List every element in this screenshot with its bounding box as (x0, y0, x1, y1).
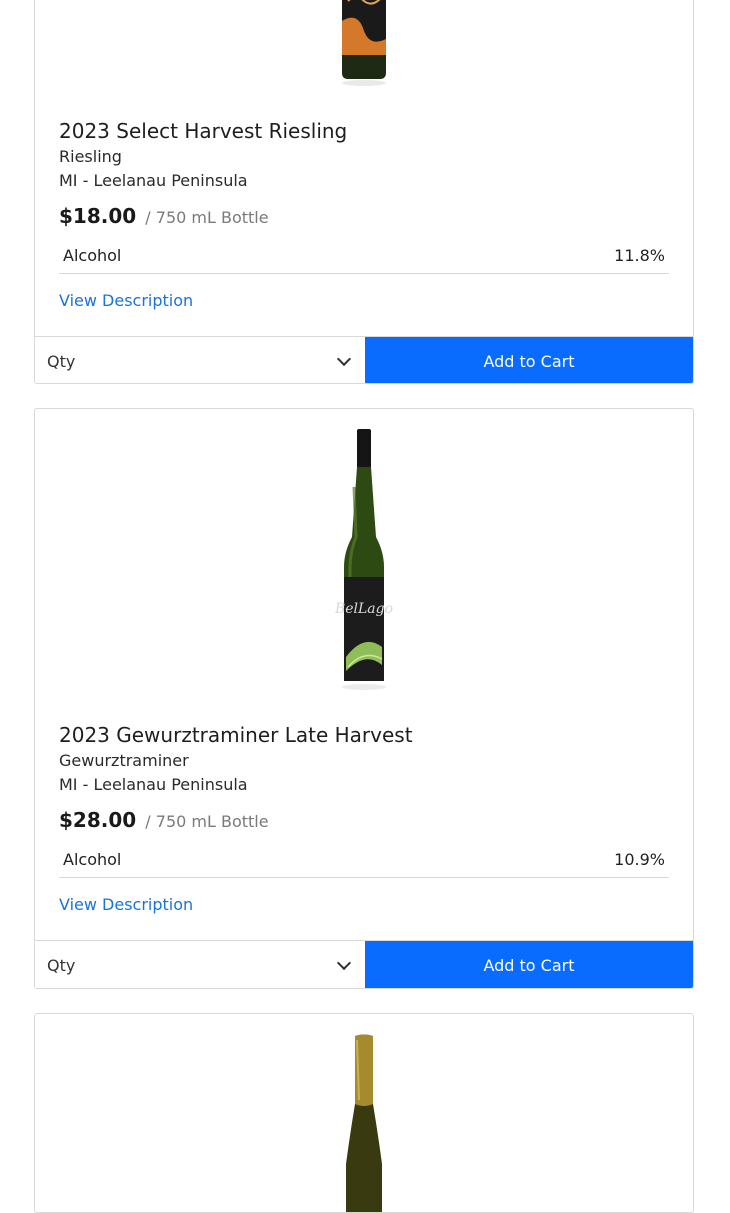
alcohol-label: Alcohol (63, 850, 122, 869)
product-image[interactable] (35, 1034, 693, 1212)
qty-label: Qty (47, 351, 76, 371)
svg-text:BelLago: BelLago (334, 601, 393, 617)
wine-bottle-image: BelLago (334, 429, 393, 690)
product-card: BelLago 2023 Gewurztraminer Late Harvest… (34, 408, 694, 989)
product-info: 2023 Gewurztraminer Late Harvest Gewurzt… (59, 723, 669, 914)
product-varietal: Gewurztraminer (59, 751, 189, 770)
card-actions: Qty Add to Cart (35, 940, 693, 988)
qty-label: Qty (47, 955, 76, 975)
product-image[interactable]: BelLago (35, 427, 693, 707)
product-unit: / 750 mL Bottle (145, 812, 269, 831)
product-title: 2023 Gewurztraminer Late Harvest (59, 723, 413, 747)
alcohol-row: Alcohol 10.9% (59, 849, 669, 878)
chevron-down-icon (336, 351, 352, 366)
product-card (34, 1013, 694, 1213)
price-row: $28.00 / 750 mL Bottle (59, 807, 669, 835)
product-price: $18.00 (59, 204, 137, 228)
product-price: $28.00 (59, 808, 137, 832)
view-description-link[interactable]: View Description (59, 895, 193, 914)
alcohol-row: Alcohol 11.8% (59, 245, 669, 274)
product-region: MI - Leelanau Peninsula (59, 775, 248, 794)
product-region: MI - Leelanau Peninsula (59, 171, 248, 190)
qty-select[interactable]: Qty (35, 941, 365, 988)
product-image[interactable] (35, 0, 693, 101)
product-info: 2023 Select Harvest Riesling Riesling MI… (59, 119, 669, 310)
chevron-down-icon (336, 955, 352, 970)
product-title: 2023 Select Harvest Riesling (59, 119, 348, 143)
price-row: $18.00 / 750 mL Bottle (59, 203, 669, 231)
add-to-cart-button[interactable]: Add to Cart (365, 337, 693, 383)
wine-bottle-image (342, 0, 386, 86)
card-actions: Qty Add to Cart (35, 336, 693, 383)
wine-bottle-image (346, 1034, 382, 1212)
add-to-cart-button[interactable]: Add to Cart (365, 941, 693, 988)
product-unit: / 750 mL Bottle (145, 208, 269, 227)
alcohol-label: Alcohol (63, 246, 122, 265)
alcohol-value: 11.8% (614, 246, 665, 265)
product-card: 2023 Select Harvest Riesling Riesling MI… (34, 0, 694, 384)
alcohol-value: 10.9% (614, 850, 665, 869)
qty-select[interactable]: Qty (35, 337, 365, 383)
product-varietal: Riesling (59, 147, 122, 166)
view-description-link[interactable]: View Description (59, 291, 193, 310)
